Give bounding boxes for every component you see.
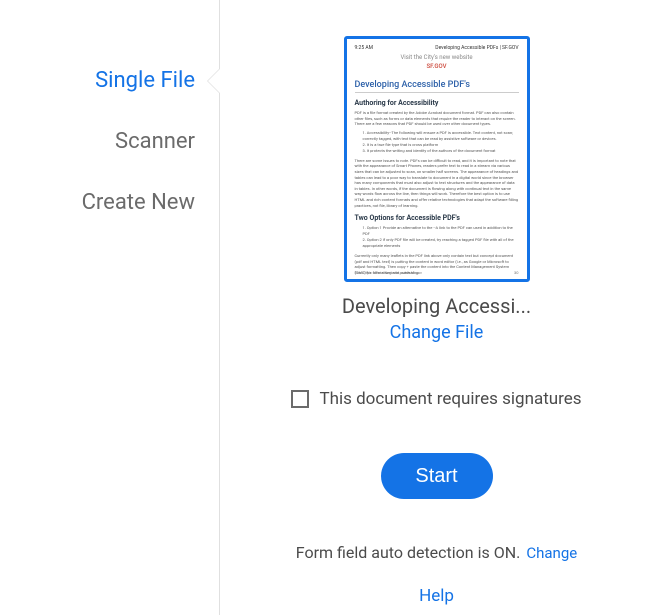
signature-label: This document requires signatures	[319, 389, 581, 409]
sidebar-item-label: Create New	[82, 190, 195, 215]
main-panel: 9:25 AM Developing Accessible PDFs | SF.…	[220, 0, 653, 615]
help-link[interactable]: Help	[419, 586, 454, 606]
thumb-heading: Authoring for Accessibility	[355, 99, 519, 107]
thumb-list: 1. Accessibility--The following will ens…	[355, 130, 519, 154]
thumb-heading: Two Options for Accessible PDF's	[355, 214, 519, 222]
thumb-heading: Format Your Content Correctly	[355, 282, 519, 283]
sidebar-item-single-file[interactable]: Single File	[0, 50, 219, 111]
thumb-center: Visit the City's new website	[355, 54, 519, 61]
auto-detect-status: Form field auto detection is ON. Change	[296, 543, 577, 562]
signature-checkbox[interactable]	[291, 390, 309, 408]
sidebar: Single File Scanner Create New	[0, 0, 220, 615]
start-button[interactable]: Start	[381, 453, 493, 499]
thumb-header: 9:25 AM Developing Accessible PDFs | SF.…	[355, 45, 519, 51]
sidebar-item-label: Single File	[95, 68, 195, 93]
thumb-gov: SF.GOV	[355, 63, 519, 70]
thumb-para: PDF is a file format created by the Adob…	[355, 110, 519, 127]
auto-detect-change-link[interactable]: Change	[526, 544, 577, 562]
auto-detect-text: Form field auto detection is ON.	[296, 543, 521, 562]
thumb-para: There are some issues to note. PDFs can …	[355, 158, 519, 208]
signature-checkbox-row: This document requires signatures	[291, 389, 581, 409]
document-filename: Developing Accessi...	[342, 294, 531, 318]
change-file-link[interactable]: Change File	[390, 322, 484, 343]
thumb-footer: The City's official website, www.sf.gov …	[355, 270, 519, 275]
sidebar-item-scanner[interactable]: Scanner	[0, 111, 219, 172]
sidebar-item-create-new[interactable]: Create New	[0, 172, 219, 233]
thumb-title: Developing Accessible PDF's	[355, 80, 519, 93]
document-thumbnail[interactable]: 9:25 AM Developing Accessible PDFs | SF.…	[344, 36, 530, 282]
sidebar-item-label: Scanner	[115, 129, 195, 154]
thumb-list: 1. Option 1 Provide an alternative to th…	[355, 225, 519, 249]
